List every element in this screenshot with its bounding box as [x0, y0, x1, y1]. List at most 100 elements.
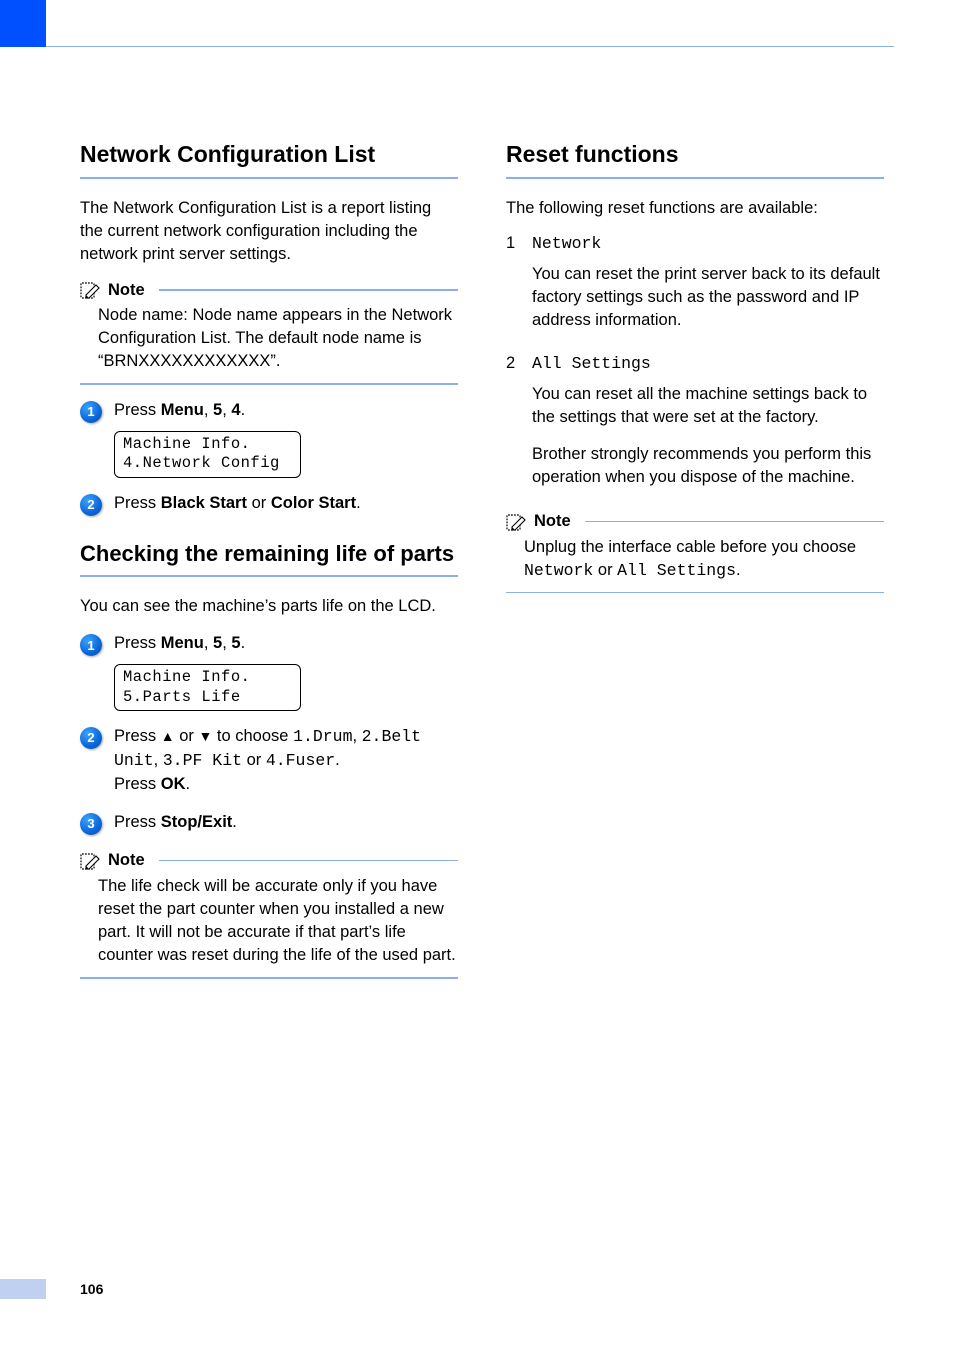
- note-header-line: [585, 521, 884, 523]
- step-text: Press Menu, 5, 4.: [114, 399, 458, 423]
- blue-corner-tab: [0, 0, 46, 47]
- note-header: Note: [80, 280, 458, 300]
- note-block: Note Unplug the interface cable before y…: [506, 512, 884, 594]
- t: Press: [114, 494, 161, 512]
- t: All Settings: [617, 561, 736, 580]
- step-3: 3 Press Stop/Exit.: [80, 811, 458, 835]
- t: OK: [161, 775, 186, 793]
- section-title-parts-life: Checking the remaining life of parts: [80, 540, 458, 568]
- step-text: Press Stop/Exit.: [114, 811, 458, 835]
- t: to choose: [212, 727, 293, 745]
- title-rule: [80, 177, 458, 179]
- t: .: [335, 751, 340, 769]
- t: or: [175, 727, 199, 745]
- t: Menu: [161, 401, 204, 419]
- note-footer-line: [80, 383, 458, 385]
- list-title: All Settings: [532, 354, 884, 373]
- note-body: The life check will be accurate only if …: [80, 875, 458, 967]
- t: 4: [231, 401, 240, 419]
- step-badge-1: 1: [80, 634, 102, 656]
- reset-function-list: 1 Network You can reset the print server…: [506, 234, 884, 504]
- note-footer-line: [80, 977, 458, 979]
- list-number: 2: [506, 354, 520, 503]
- page-content: Network Configuration List The Network C…: [80, 140, 884, 993]
- t: ,: [222, 634, 231, 652]
- t: .: [241, 401, 246, 419]
- note-block: Note The life check will be accurate onl…: [80, 851, 458, 979]
- t: Press: [114, 401, 161, 419]
- lcd-display: Machine Info. 5.Parts Life: [114, 664, 301, 711]
- t: 3.PF Kit: [163, 751, 242, 770]
- t: Press: [114, 727, 161, 745]
- note-body: Unplug the interface cable before you ch…: [506, 536, 884, 582]
- t: Press: [114, 634, 161, 652]
- t: .: [232, 813, 237, 831]
- lcd-display: Machine Info. 4.Network Config: [114, 431, 301, 478]
- step-1: 1 Press Menu, 5, 4.: [80, 399, 458, 423]
- intro-reset: The following reset functions are availa…: [506, 197, 884, 220]
- t: Network: [524, 561, 593, 580]
- down-arrow-icon: ▼: [198, 728, 212, 744]
- intro-network-config: The Network Configuration List is a repo…: [80, 197, 458, 266]
- note-label: Note: [534, 512, 571, 531]
- lcd-line: 4.Network Config: [123, 454, 292, 473]
- note-block: Note Node name: Node name appears in the…: [80, 280, 458, 385]
- title-rule: [80, 575, 458, 577]
- t: .: [736, 561, 741, 579]
- t: 1.Drum: [293, 727, 352, 746]
- list-para: You can reset the print server back to i…: [532, 263, 884, 332]
- step-text: Press Menu, 5, 5.: [114, 632, 458, 656]
- top-horizontal-rule: [46, 46, 894, 47]
- list-para: You can reset all the machine settings b…: [532, 383, 884, 429]
- step-badge-2: 2: [80, 494, 102, 516]
- t: ,: [204, 634, 213, 652]
- t: .: [241, 634, 246, 652]
- t: Color Start: [271, 494, 356, 512]
- note-header: Note: [506, 512, 884, 532]
- t: ,: [222, 401, 231, 419]
- t: 5: [231, 634, 240, 652]
- t: Press: [114, 813, 161, 831]
- title-rule: [506, 177, 884, 179]
- t: 4.Fuser: [266, 751, 335, 770]
- page-number: 106: [80, 1281, 103, 1297]
- note-pencil-icon: [80, 280, 102, 300]
- t: 5: [213, 401, 222, 419]
- note-header-line: [159, 289, 458, 291]
- t: .: [356, 494, 361, 512]
- intro-parts-life: You can see the machine’s parts life on …: [80, 595, 458, 618]
- step-text: Press ▲ or ▼ to choose 1.Drum, 2.Belt Un…: [114, 725, 458, 797]
- t: Menu: [161, 634, 204, 652]
- left-column: Network Configuration List The Network C…: [80, 140, 458, 993]
- note-header-line: [159, 860, 458, 862]
- up-arrow-icon: ▲: [161, 728, 175, 744]
- list-item: 2 All Settings You can reset all the mac…: [506, 354, 884, 503]
- note-header: Note: [80, 851, 458, 871]
- t: ,: [352, 727, 361, 745]
- t: .: [186, 775, 191, 793]
- list-number: 1: [506, 234, 520, 346]
- step-badge-2: 2: [80, 727, 102, 749]
- lcd-line: 5.Parts Life: [123, 688, 292, 707]
- step-badge-3: 3: [80, 813, 102, 835]
- right-column: Reset functions The following reset func…: [506, 140, 884, 993]
- t: 5: [213, 634, 222, 652]
- page-footer-tab: [0, 1279, 46, 1299]
- t: or: [247, 494, 271, 512]
- t: Stop/Exit: [161, 813, 233, 831]
- list-item: 1 Network You can reset the print server…: [506, 234, 884, 346]
- list-title: Network: [532, 234, 884, 253]
- t: ,: [204, 401, 213, 419]
- step-badge-1: 1: [80, 401, 102, 423]
- lcd-line: Machine Info.: [123, 435, 292, 454]
- note-label: Note: [108, 851, 145, 870]
- section-title-network-config: Network Configuration List: [80, 140, 458, 169]
- list-body: Network You can reset the print server b…: [532, 234, 884, 346]
- list-para: Brother strongly recommends you perform …: [532, 443, 884, 489]
- t: Black Start: [161, 494, 247, 512]
- t: or: [242, 751, 266, 769]
- step-2: 2 Press ▲ or ▼ to choose 1.Drum, 2.Belt …: [80, 725, 458, 797]
- step-text: Press Black Start or Color Start.: [114, 492, 458, 516]
- note-body: Node name: Node name appears in the Netw…: [80, 304, 458, 373]
- note-pencil-icon: [506, 512, 528, 532]
